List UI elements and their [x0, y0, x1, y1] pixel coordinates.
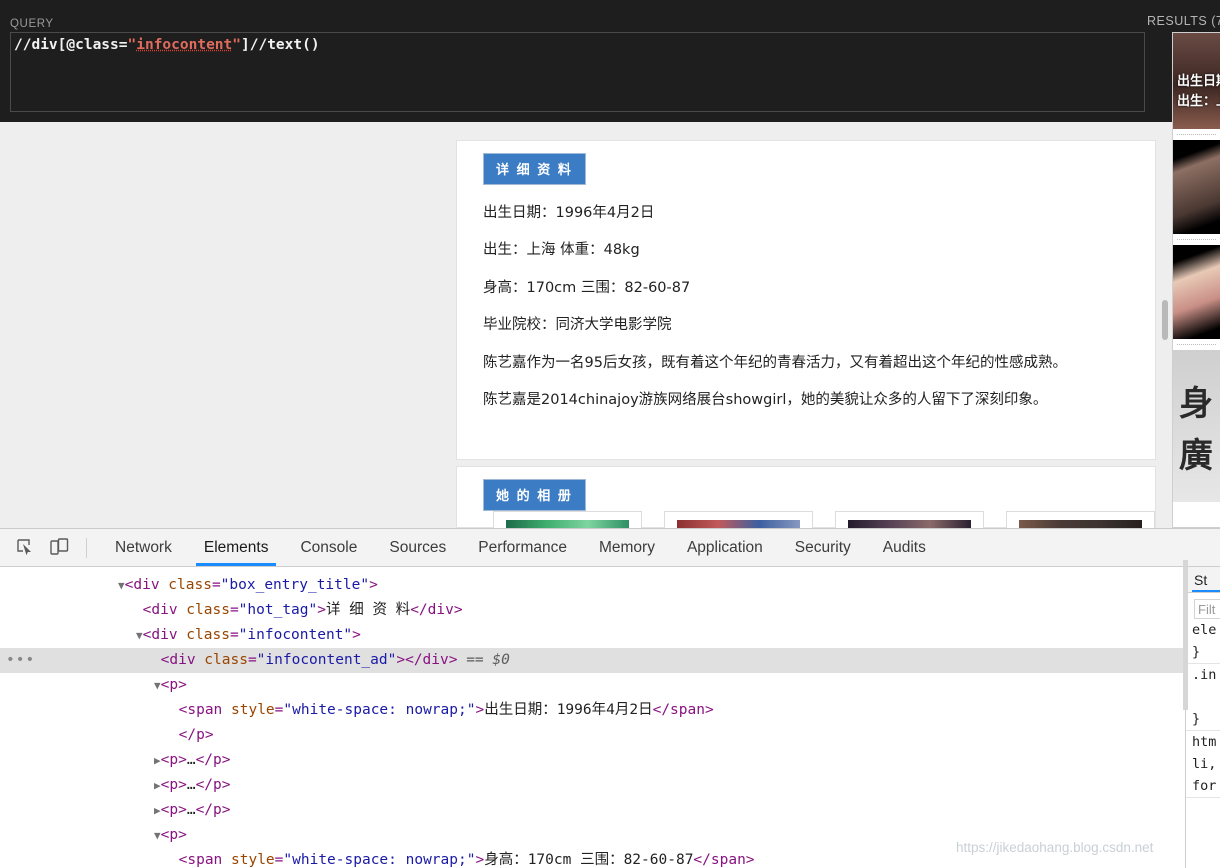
dom-tree-line[interactable]: ▼<p>: [0, 673, 1185, 698]
disclosure-triangle[interactable]: ▶: [154, 754, 161, 767]
disclosure-triangle[interactable]: ▼: [154, 829, 161, 842]
tab-console[interactable]: Console: [284, 529, 373, 566]
inspect-element-icon[interactable]: [10, 534, 40, 562]
dom-tree-scrollbar[interactable]: [1183, 560, 1188, 710]
disclosure-triangle[interactable]: ▶: [154, 804, 161, 817]
web-page-area: + ★ ◉ ℗ ◍ 0 看她相册 她的微信 QUERY //div[@class…: [0, 0, 1220, 528]
detail-line: 出生日期：1996年4月2日: [483, 205, 655, 221]
devtools-toolbar: Network Elements Console Sources Perform…: [0, 529, 1220, 567]
detail-line: 身高：170cm 三围：82-60-87: [483, 279, 691, 296]
result-thumbnail: [1173, 140, 1220, 234]
page-scrollbar-thumb[interactable]: [1162, 300, 1168, 340]
tab-memory[interactable]: Memory: [583, 529, 671, 566]
tab-audits[interactable]: Audits: [867, 529, 942, 566]
styles-sidebar: St Filt ele } .in } htm li, for: [1185, 567, 1220, 868]
result-separator: [1177, 344, 1216, 345]
style-rule: ele }: [1186, 619, 1220, 664]
style-rule: htm li, for: [1186, 731, 1220, 798]
toolbar-divider: [86, 537, 87, 558]
dom-tree-line[interactable]: ••• <div class="infocontent_ad"></div> =…: [0, 648, 1185, 673]
results-label: RESULTS (7): [1147, 14, 1220, 28]
devtools-tabs: Network Elements Console Sources Perform…: [99, 529, 942, 566]
results-list[interactable]: 出生日期：1 出生：上海 身 廣: [1172, 32, 1220, 528]
tab-application[interactable]: Application: [671, 529, 779, 566]
result-item[interactable]: [1173, 245, 1220, 339]
result-item[interactable]: 身 廣: [1173, 350, 1220, 502]
tab-performance[interactable]: Performance: [462, 529, 583, 566]
profile-detail-card: 详 细 资 料 出生日期：1996年4月2日 出生：上海 体重：48kg 身高：…: [456, 140, 1156, 460]
result-caption: 出生日期：1 出生：上海: [1177, 73, 1220, 108]
result-item[interactable]: [1173, 140, 1220, 234]
tab-sources[interactable]: Sources: [373, 529, 462, 566]
expand-dots[interactable]: •••: [6, 648, 35, 672]
screenshot-root: + ★ ◉ ℗ ◍ 0 看她相册 她的微信 QUERY //div[@class…: [0, 0, 1220, 868]
result-separator: [1177, 134, 1216, 135]
dom-tree-line[interactable]: ▼<div class="infocontent">: [0, 623, 1185, 648]
devtools-body: ▼<div class="box_entry_title"> <div clas…: [0, 567, 1220, 868]
tab-security[interactable]: Security: [779, 529, 867, 566]
result-separator: [1177, 239, 1216, 240]
album-thumbnail[interactable]: [1006, 511, 1155, 528]
query-overlay: QUERY //div[@class="infocontent"]//text(…: [0, 0, 1157, 122]
style-rule: .in }: [1186, 664, 1220, 731]
query-label: QUERY: [10, 18, 54, 30]
query-expression: //div[@class="infocontent"]//text(): [14, 37, 320, 53]
dom-tree-line[interactable]: <span style="white-space: nowrap;">出生日期：…: [0, 698, 1185, 723]
album-title-badge: 她 的 相 册: [483, 479, 586, 511]
dom-tree[interactable]: ▼<div class="box_entry_title"> <div clas…: [0, 567, 1185, 868]
device-toolbar-icon[interactable]: [44, 534, 74, 562]
calligraphy-char: 廣: [1179, 436, 1213, 476]
tab-styles[interactable]: St: [1191, 567, 1220, 592]
disclosure-triangle[interactable]: ▼: [118, 579, 125, 592]
detail-line: 陈艺嘉是2014chinajoy游族网络展台showgirl，她的美貌让众多的人…: [483, 391, 1048, 408]
detail-line: 出生：上海 体重：48kg: [483, 242, 640, 259]
styles-filter-input[interactable]: Filt: [1194, 599, 1220, 619]
section-title-badge: 详 细 资 料: [483, 153, 586, 185]
dom-tree-line[interactable]: ▶<p>…</p>: [0, 773, 1185, 798]
styles-tabbar: St: [1186, 567, 1220, 593]
album-card: 她 的 相 册: [456, 466, 1156, 528]
dom-tree-line[interactable]: ▼<div class="box_entry_title">: [0, 573, 1185, 598]
dom-tree-line[interactable]: ▶<p>…</p>: [0, 798, 1185, 823]
disclosure-triangle[interactable]: ▶: [154, 779, 161, 792]
album-thumbnail[interactable]: [493, 511, 642, 528]
dom-tree-line[interactable]: </p>: [0, 723, 1185, 748]
detail-line: 毕业院校：同济大学电影学院: [483, 317, 672, 334]
tab-network[interactable]: Network: [99, 529, 188, 566]
result-thumbnail: [1173, 245, 1220, 339]
detail-line: 陈艺嘉作为一名95后女孩，既有着这个年纪的青春活力，又有着超出这个年纪的性感成熟…: [483, 354, 1067, 371]
disclosure-triangle[interactable]: ▼: [154, 679, 161, 692]
disclosure-triangle[interactable]: ▼: [136, 629, 143, 642]
album-thumbnail[interactable]: [664, 511, 813, 528]
result-item[interactable]: 出生日期：1 出生：上海: [1173, 33, 1220, 129]
dom-tree-line[interactable]: ▶<p>…</p>: [0, 748, 1185, 773]
album-thumbnail[interactable]: [835, 511, 984, 528]
result-thumbnail: 身 廣: [1173, 350, 1220, 502]
album-thumbnail-row: [457, 511, 1155, 528]
dom-tree-line[interactable]: <div class="hot_tag">详 细 资 料</div>: [0, 598, 1185, 623]
tab-elements[interactable]: Elements: [188, 529, 285, 566]
devtools-panel: Network Elements Console Sources Perform…: [0, 528, 1220, 868]
watermark: https://jikedaohang.blog.csdn.net: [956, 840, 1154, 855]
calligraphy-char: 身: [1179, 384, 1213, 424]
